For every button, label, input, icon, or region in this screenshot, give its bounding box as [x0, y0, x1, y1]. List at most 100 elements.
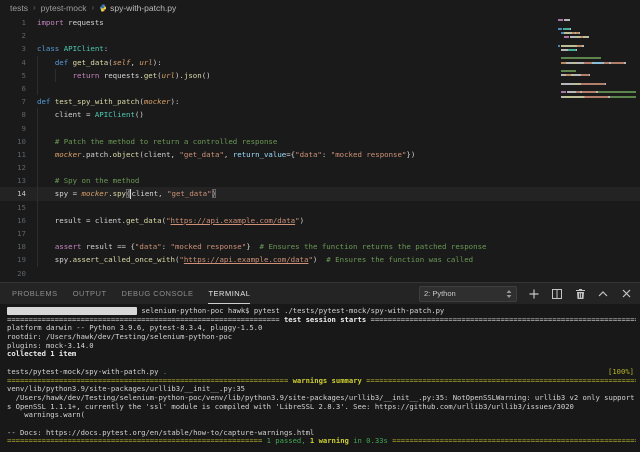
token: return [73, 71, 100, 80]
minimap-line [558, 23, 636, 25]
token: }) [406, 150, 415, 159]
code-text: def test_spy_with_patch(mocker): [37, 95, 640, 108]
code-line[interactable]: 9 [0, 122, 640, 135]
line-number: 17 [0, 227, 26, 240]
minimap-line [558, 32, 636, 34]
token: ={ [286, 150, 295, 159]
code-text [37, 201, 640, 214]
panel-tab-terminal[interactable]: TERMINAL [208, 283, 250, 304]
indent-guide [37, 56, 38, 69]
terminal-text: rootdir: /Users/hawk/dev/Testing/seleniu… [7, 333, 232, 341]
terminal-text: 1 warning [310, 437, 349, 445]
token: def [55, 58, 68, 67]
code-line[interactable]: 6 [0, 82, 640, 95]
terminal-text: ========================================… [388, 437, 636, 445]
code-line[interactable]: 12 [0, 161, 640, 174]
code-text [37, 29, 640, 42]
indent-guide [37, 82, 38, 95]
token: self [113, 58, 131, 67]
terminal-line: ========================================… [7, 316, 636, 325]
terminal-line [7, 359, 636, 368]
code-line[interactable]: 5 return requests.get(url).json() [0, 69, 640, 82]
code-line[interactable]: 2 [0, 29, 640, 42]
minimap-line [558, 91, 636, 93]
split-terminal-button[interactable] [551, 288, 563, 300]
token: get_data [126, 216, 162, 225]
code-line[interactable]: 16 result = client.get_data("https://api… [0, 214, 640, 227]
token: spy. [37, 255, 73, 264]
code-line[interactable]: 7def test_spy_with_patch(mocker): [0, 95, 640, 108]
new-terminal-button[interactable] [528, 288, 540, 300]
minimap-line [558, 100, 636, 102]
code-text: result = client.get_data("https://api.ex… [37, 214, 640, 227]
terminal-line: collected 1 item [7, 350, 636, 359]
minimap[interactable] [558, 19, 636, 104]
token: https://api.example.com/data [184, 255, 309, 264]
code-line[interactable]: 3class APIClient: [0, 42, 640, 55]
code-text: return requests.get(url).json() [37, 69, 640, 82]
token: import [37, 18, 64, 27]
token: url [162, 71, 175, 80]
redacted-prompt-box [7, 307, 137, 315]
line-number: 8 [0, 108, 26, 121]
code-line[interactable]: 10 # Patch the method to return a contro… [0, 135, 640, 148]
terminal-shell-select[interactable]: 2: Python [419, 286, 517, 302]
line-number: 9 [0, 122, 26, 135]
code-line[interactable]: 1import requests [0, 16, 640, 29]
panel-tab-output[interactable]: OUTPUT [73, 283, 107, 304]
panel-header: PROBLEMS OUTPUT DEBUG CONSOLE TERMINAL 2: P… [0, 282, 640, 304]
token [37, 176, 55, 185]
panel-tab-debug-console[interactable]: DEBUG CONSOLE [122, 283, 194, 304]
chevron-up-icon [598, 290, 608, 297]
breadcrumb-item-pytest-mock[interactable]: pytest-mock [41, 3, 87, 13]
token [37, 58, 55, 67]
code-line[interactable]: 19 spy.assert_called_once_with("https://… [0, 253, 640, 266]
terminal-output[interactable]: selenium-python-poc hawk$ pytest ./tests… [0, 304, 640, 452]
line-number: 10 [0, 135, 26, 148]
terminal-text: selenium-python-poc hawk$ pytest ./tests… [137, 307, 444, 315]
token: () [202, 71, 211, 80]
code-line[interactable]: 8 client = APIClient() [0, 108, 640, 121]
close-panel-button[interactable] [620, 288, 632, 300]
token: "get_data" [167, 189, 212, 198]
code-line[interactable]: 20 [0, 267, 640, 280]
terminal-text: in 0.33s [349, 437, 388, 445]
breadcrumb-item-file[interactable]: spy-with-patch.py [99, 3, 176, 13]
code-line[interactable]: 11 mocker.patch.object(client, "get_data… [0, 148, 640, 161]
maximize-panel-button[interactable] [597, 288, 609, 300]
token: requests [64, 18, 104, 27]
code-editor[interactable]: 1import requests23class APIClient:4 def … [0, 16, 640, 282]
breadcrumb-item-tests[interactable]: tests [10, 3, 28, 13]
line-number: 4 [0, 56, 26, 69]
terminal-line: selenium-python-poc hawk$ pytest ./tests… [7, 307, 636, 316]
line-number: 13 [0, 174, 26, 187]
progress-percent: [100%] [608, 368, 634, 377]
code-line[interactable]: 17 [0, 227, 640, 240]
code-line[interactable]: 15 [0, 201, 640, 214]
indent-guide [37, 214, 38, 227]
token: (client, [139, 150, 179, 159]
token: def [37, 97, 50, 106]
indent-guide [37, 201, 38, 214]
code-text: # Spy on the method [37, 174, 640, 187]
token: mocker [82, 189, 109, 198]
panel-tab-problems[interactable]: PROBLEMS [12, 283, 58, 304]
code-line[interactable]: 14 spy = mocker.spy(client, "get_data") [0, 187, 640, 200]
token: ) [300, 216, 304, 225]
terminal-line: plugins: mock-3.14.0 [7, 342, 636, 351]
terminal-text: tests/pytest-mock/spy-with-patch.py [7, 368, 163, 376]
terminal-text: ========================================… [366, 316, 636, 324]
kill-terminal-button[interactable] [574, 288, 586, 300]
token: , [224, 150, 233, 159]
plus-icon [529, 289, 539, 299]
indent-guide [37, 122, 38, 135]
terminal-text: platform darwin -- Python 3.9.6, pytest-… [7, 324, 262, 332]
code-line[interactable]: 4 def get_data(self, url): [0, 56, 640, 69]
token: get [144, 71, 157, 80]
token: "mocked response" [171, 242, 247, 251]
code-line[interactable]: 18 assert result == {"data": "mocked res… [0, 240, 640, 253]
line-number: 5 [0, 69, 26, 82]
code-text [37, 267, 640, 280]
token: ) [212, 189, 216, 198]
code-line[interactable]: 13 # Spy on the method [0, 174, 640, 187]
